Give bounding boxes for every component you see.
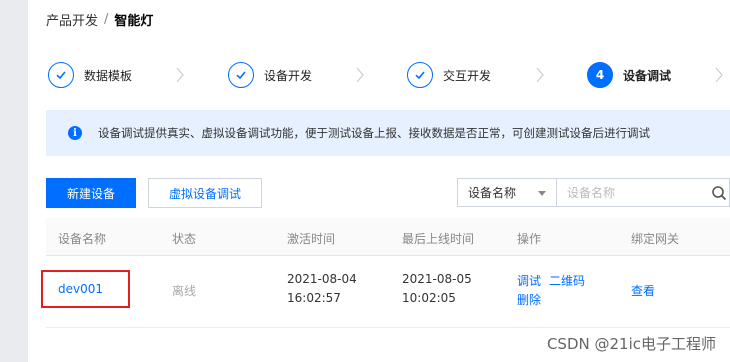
step-label: 数据模板 [84,68,133,83]
main-card: 数据模板 设备开发 交互开发 4 设备调试 i 设备调试提供真实、虚拟设备调试功… [28,42,730,362]
breadcrumb-separator: / [104,12,109,27]
search-input[interactable] [567,185,697,200]
chevron-right-icon [715,67,723,83]
breadcrumb-current: 智能灯 [114,14,154,29]
search-box [557,178,730,207]
device-table: 设备名称 状态 激活时间 最后上线时间 操作 绑定网关 dev001 离线 20… [41,218,730,328]
step-label: 设备开发 [264,68,313,83]
step-label: 设备调试 [623,68,672,83]
device-status: 离线 [172,284,197,298]
debug-link[interactable]: 调试 [517,272,541,289]
check-icon [228,62,254,88]
filter-select[interactable]: 设备名称 [457,178,557,207]
qrcode-link[interactable]: 二维码 [549,272,585,289]
step-device-dev[interactable]: 设备开发 [228,62,312,88]
step-interaction-dev[interactable]: 交互开发 [407,62,491,88]
step-label: 交互开发 [443,68,492,83]
step-number: 4 [587,62,613,88]
info-notice: i 设备调试提供真实、虚拟设备调试功能，便于测试设备上报、接收数据是否正常，可创… [46,110,730,156]
last-online-time: 10:02:05 [402,291,456,305]
activated-time: 16:02:57 [287,291,341,305]
table-header: 设备名称 状态 激活时间 最后上线时间 操作 绑定网关 [46,218,730,256]
column-header: 操作 [517,232,542,246]
table-row: dev001 离线 2021-08-04 16:02:57 2021-08-05… [41,256,730,328]
breadcrumb: 产品开发 / 智能灯 [46,10,153,29]
left-sidebar [0,0,28,362]
watermark: CSDN @21ic电子工程师 [546,335,716,353]
virtual-debug-button[interactable]: 虚拟设备调试 [148,178,262,208]
check-icon [48,62,74,88]
column-header: 设备名称 [58,232,107,246]
column-header: 状态 [172,232,197,246]
step-device-debug[interactable]: 4 设备调试 [587,62,671,88]
breadcrumb-parent[interactable]: 产品开发 [46,10,98,29]
search-icon[interactable] [711,185,727,201]
chevron-right-icon [356,67,364,83]
create-device-button[interactable]: 新建设备 [46,178,136,208]
chevron-right-icon [536,67,544,83]
view-gateway-link[interactable]: 查看 [631,282,655,299]
notice-text: 设备调试提供真实、虚拟设备调试功能，便于测试设备上报、接收数据是否正常，可创建测… [98,126,650,140]
device-name-link[interactable]: dev001 [58,282,103,296]
page-header: 产品开发 / 智能灯 [28,0,730,42]
last-online-date: 2021-08-05 [402,272,472,286]
step-bar: 数据模板 设备开发 交互开发 4 设备调试 [28,42,730,106]
info-icon: i [68,126,82,140]
column-header: 激活时间 [287,232,336,246]
step-data-template[interactable]: 数据模板 [48,62,132,88]
chevron-right-icon [176,67,184,83]
delete-link[interactable]: 删除 [517,291,541,308]
column-header: 最后上线时间 [402,232,475,246]
caret-down-icon [538,191,546,196]
column-header: 绑定网关 [631,232,680,246]
activated-date: 2021-08-04 [287,272,357,286]
check-icon [407,62,433,88]
filter-select-value: 设备名称 [468,186,517,200]
